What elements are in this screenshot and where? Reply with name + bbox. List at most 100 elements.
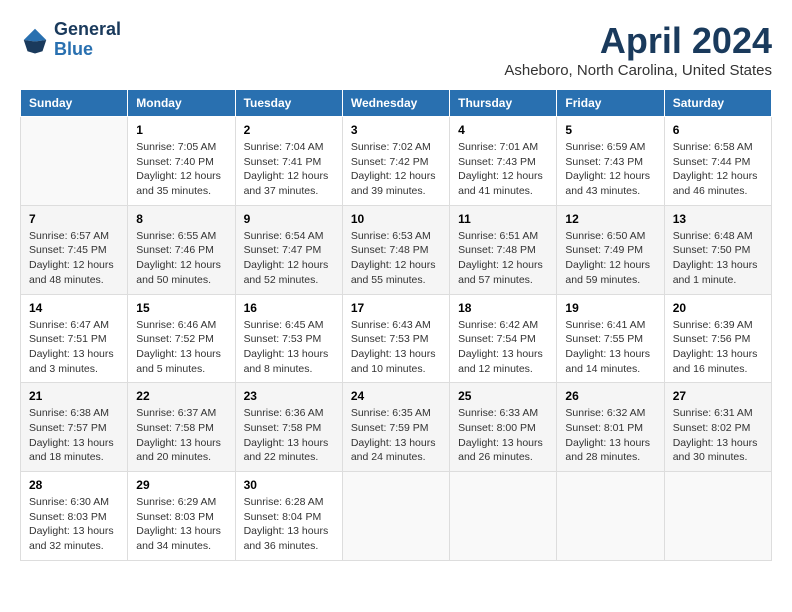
- calendar-day-25: 25 Sunrise: 6:33 AMSunset: 8:00 PMDayligh…: [450, 383, 557, 472]
- calendar-day-19: 19 Sunrise: 6:41 AMSunset: 7:55 PMDayligh…: [557, 294, 664, 383]
- day-number: 1: [136, 123, 226, 137]
- day-info: Sunrise: 6:51 AMSunset: 7:48 PMDaylight:…: [458, 229, 548, 288]
- day-number: 14: [29, 301, 119, 315]
- day-number: 15: [136, 301, 226, 315]
- day-info: Sunrise: 6:43 AMSunset: 7:53 PMDaylight:…: [351, 318, 441, 377]
- calendar-day-21: 21Sunrise: 6:38 AMSunset: 7:57 PMDayligh…: [21, 383, 128, 472]
- calendar-table: SundayMondayTuesdayWednesdayThursdayFrid…: [20, 89, 772, 561]
- calendar-body: 1 Sunrise: 7:05 AMSunset: 7:40 PMDaylight…: [21, 117, 772, 561]
- weekday-header-monday: Monday: [128, 90, 235, 117]
- day-info: Sunrise: 6:55 AMSunset: 7:46 PMDaylight:…: [136, 229, 226, 288]
- calendar-day-12: 12 Sunrise: 6:50 AMSunset: 7:49 PMDayligh…: [557, 205, 664, 294]
- calendar-day-28: 28 Sunrise: 6:30 AMSunset: 8:03 PMDayligh…: [21, 472, 128, 561]
- day-number: 22: [136, 389, 226, 403]
- calendar-day-4: 4 Sunrise: 7:01 AMSunset: 7:43 PMDaylight…: [450, 117, 557, 206]
- month-title: April 2024: [504, 20, 772, 62]
- day-info: Sunrise: 6:41 AMSunset: 7:55 PMDaylight:…: [565, 318, 655, 377]
- calendar-day-3: 3Sunrise: 7:02 AMSunset: 7:42 PMDaylight…: [342, 117, 449, 206]
- day-number: 3: [351, 123, 441, 137]
- calendar-week-row: 28 Sunrise: 6:30 AMSunset: 8:03 PMDayligh…: [21, 472, 772, 561]
- day-info: Sunrise: 7:01 AMSunset: 7:43 PMDaylight:…: [458, 140, 548, 199]
- day-info: Sunrise: 6:39 AMSunset: 7:56 PMDaylight:…: [673, 318, 763, 377]
- day-number: 24: [351, 389, 441, 403]
- weekday-header-sunday: Sunday: [21, 90, 128, 117]
- weekday-header-thursday: Thursday: [450, 90, 557, 117]
- calendar-day-17: 17Sunrise: 6:43 AMSunset: 7:53 PMDayligh…: [342, 294, 449, 383]
- calendar-empty-cell: [557, 472, 664, 561]
- day-number: 20: [673, 301, 763, 315]
- day-info: Sunrise: 6:48 AMSunset: 7:50 PMDaylight:…: [673, 229, 763, 288]
- day-number: 10: [351, 212, 441, 226]
- weekday-header-row: SundayMondayTuesdayWednesdayThursdayFrid…: [21, 90, 772, 117]
- calendar-week-row: 21Sunrise: 6:38 AMSunset: 7:57 PMDayligh…: [21, 383, 772, 472]
- day-number: 27: [673, 389, 763, 403]
- calendar-day-13: 13 Sunrise: 6:48 AMSunset: 7:50 PMDayligh…: [664, 205, 771, 294]
- day-number: 26: [565, 389, 655, 403]
- calendar-header: SundayMondayTuesdayWednesdayThursdayFrid…: [21, 90, 772, 117]
- day-info: Sunrise: 6:29 AMSunset: 8:03 PMDaylight:…: [136, 495, 226, 554]
- calendar-day-8: 8 Sunrise: 6:55 AMSunset: 7:46 PMDaylight…: [128, 205, 235, 294]
- calendar-day-9: 9 Sunrise: 6:54 AMSunset: 7:47 PMDaylight…: [235, 205, 342, 294]
- day-number: 25: [458, 389, 548, 403]
- day-info: Sunrise: 6:50 AMSunset: 7:49 PMDaylight:…: [565, 229, 655, 288]
- calendar-week-row: 1 Sunrise: 7:05 AMSunset: 7:40 PMDaylight…: [21, 117, 772, 206]
- logo-icon: [20, 25, 50, 55]
- calendar-day-5: 5 Sunrise: 6:59 AMSunset: 7:43 PMDaylight…: [557, 117, 664, 206]
- calendar-day-18: 18 Sunrise: 6:42 AMSunset: 7:54 PMDayligh…: [450, 294, 557, 383]
- day-info: Sunrise: 6:45 AMSunset: 7:53 PMDaylight:…: [244, 318, 334, 377]
- day-info: Sunrise: 6:30 AMSunset: 8:03 PMDaylight:…: [29, 495, 119, 554]
- day-number: 18: [458, 301, 548, 315]
- day-number: 28: [29, 478, 119, 492]
- day-info: Sunrise: 6:47 AMSunset: 7:51 PMDaylight:…: [29, 318, 119, 377]
- calendar-day-15: 15 Sunrise: 6:46 AMSunset: 7:52 PMDayligh…: [128, 294, 235, 383]
- day-info: Sunrise: 6:33 AMSunset: 8:00 PMDaylight:…: [458, 406, 548, 465]
- day-number: 11: [458, 212, 548, 226]
- logo: General Blue: [20, 20, 121, 60]
- weekday-header-wednesday: Wednesday: [342, 90, 449, 117]
- calendar-day-30: 30Sunrise: 6:28 AMSunset: 8:04 PMDayligh…: [235, 472, 342, 561]
- day-info: Sunrise: 6:32 AMSunset: 8:01 PMDaylight:…: [565, 406, 655, 465]
- calendar-empty-cell: [664, 472, 771, 561]
- day-info: Sunrise: 6:35 AMSunset: 7:59 PMDaylight:…: [351, 406, 441, 465]
- calendar-day-20: 20 Sunrise: 6:39 AMSunset: 7:56 PMDayligh…: [664, 294, 771, 383]
- calendar-day-14: 14 Sunrise: 6:47 AMSunset: 7:51 PMDayligh…: [21, 294, 128, 383]
- calendar-empty-cell: [21, 117, 128, 206]
- calendar-day-24: 24 Sunrise: 6:35 AMSunset: 7:59 PMDayligh…: [342, 383, 449, 472]
- day-info: Sunrise: 6:53 AMSunset: 7:48 PMDaylight:…: [351, 229, 441, 288]
- calendar-day-7: 7 Sunrise: 6:57 AMSunset: 7:45 PMDaylight…: [21, 205, 128, 294]
- day-number: 8: [136, 212, 226, 226]
- calendar-week-row: 14 Sunrise: 6:47 AMSunset: 7:51 PMDayligh…: [21, 294, 772, 383]
- calendar-day-29: 29 Sunrise: 6:29 AMSunset: 8:03 PMDayligh…: [128, 472, 235, 561]
- day-info: Sunrise: 6:59 AMSunset: 7:43 PMDaylight:…: [565, 140, 655, 199]
- day-info: Sunrise: 6:42 AMSunset: 7:54 PMDaylight:…: [458, 318, 548, 377]
- day-number: 12: [565, 212, 655, 226]
- day-number: 7: [29, 212, 119, 226]
- day-number: 6: [673, 123, 763, 137]
- day-number: 9: [244, 212, 334, 226]
- page-header: General Blue April 2024 Asheboro, North …: [20, 20, 772, 79]
- calendar-day-16: 16Sunrise: 6:45 AMSunset: 7:53 PMDayligh…: [235, 294, 342, 383]
- day-info: Sunrise: 6:31 AMSunset: 8:02 PMDaylight:…: [673, 406, 763, 465]
- calendar-day-27: 27 Sunrise: 6:31 AMSunset: 8:02 PMDayligh…: [664, 383, 771, 472]
- day-number: 19: [565, 301, 655, 315]
- day-info: Sunrise: 6:46 AMSunset: 7:52 PMDaylight:…: [136, 318, 226, 377]
- day-info: Sunrise: 6:28 AMSunset: 8:04 PMDaylight:…: [244, 495, 334, 554]
- weekday-header-saturday: Saturday: [664, 90, 771, 117]
- day-number: 13: [673, 212, 763, 226]
- calendar-day-2: 2Sunrise: 7:04 AMSunset: 7:41 PMDaylight…: [235, 117, 342, 206]
- calendar-day-10: 10 Sunrise: 6:53 AMSunset: 7:48 PMDayligh…: [342, 205, 449, 294]
- calendar-day-26: 26 Sunrise: 6:32 AMSunset: 8:01 PMDayligh…: [557, 383, 664, 472]
- day-number: 29: [136, 478, 226, 492]
- day-number: 4: [458, 123, 548, 137]
- title-area: April 2024 Asheboro, North Carolina, Uni…: [504, 20, 772, 79]
- day-info: Sunrise: 7:05 AMSunset: 7:40 PMDaylight:…: [136, 140, 226, 199]
- day-number: 23: [244, 389, 334, 403]
- day-info: Sunrise: 6:57 AMSunset: 7:45 PMDaylight:…: [29, 229, 119, 288]
- day-info: Sunrise: 6:54 AMSunset: 7:47 PMDaylight:…: [244, 229, 334, 288]
- day-info: Sunrise: 6:58 AMSunset: 7:44 PMDaylight:…: [673, 140, 763, 199]
- day-info: Sunrise: 7:04 AMSunset: 7:41 PMDaylight:…: [244, 140, 334, 199]
- day-info: Sunrise: 6:38 AMSunset: 7:57 PMDaylight:…: [29, 406, 119, 465]
- day-number: 5: [565, 123, 655, 137]
- calendar-day-11: 11 Sunrise: 6:51 AMSunset: 7:48 PMDayligh…: [450, 205, 557, 294]
- weekday-header-friday: Friday: [557, 90, 664, 117]
